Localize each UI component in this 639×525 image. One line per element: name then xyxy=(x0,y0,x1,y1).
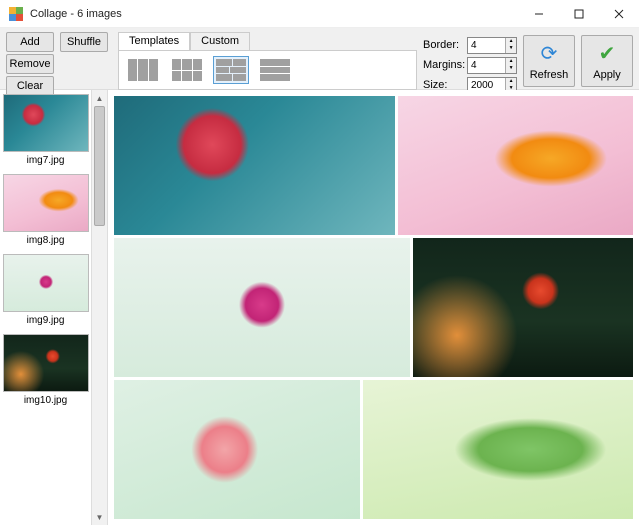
app-icon xyxy=(8,6,24,22)
thumbnail-label: img7.jpg xyxy=(27,152,65,172)
thumbnail-label: img10.jpg xyxy=(24,392,67,412)
remove-button[interactable]: Remove xyxy=(6,54,54,74)
title-bar: Collage - 6 images xyxy=(0,0,639,28)
minimize-button[interactable] xyxy=(519,0,559,28)
margins-spinner[interactable]: ▲▼ xyxy=(467,57,517,74)
thumbnail[interactable]: img8.jpg xyxy=(4,174,87,252)
close-button[interactable] xyxy=(599,0,639,28)
margins-up[interactable]: ▲ xyxy=(506,58,516,66)
scroll-up-button[interactable]: ▲ xyxy=(92,90,107,106)
margins-down[interactable]: ▼ xyxy=(506,65,516,73)
check-icon: ✔ xyxy=(599,41,616,66)
collage-cell[interactable] xyxy=(413,238,633,377)
border-up[interactable]: ▲ xyxy=(506,38,516,46)
thumbnail-list: img7.jpg img8.jpg img9.jpg img10.jpg xyxy=(0,90,91,525)
collage-cell[interactable] xyxy=(114,238,410,377)
thumbnail-image xyxy=(3,254,89,312)
thumbnail-image xyxy=(3,174,89,232)
toolbar: Add Remove Clear Shuffle Templates Custo… xyxy=(0,28,639,90)
add-button[interactable]: Add xyxy=(6,32,54,52)
thumbnail[interactable]: img9.jpg xyxy=(4,254,87,332)
thumbnail[interactable]: img10.jpg xyxy=(4,334,87,412)
scroll-down-button[interactable]: ▼ xyxy=(92,509,107,525)
thumbnail-label: img8.jpg xyxy=(27,232,65,252)
tab-custom[interactable]: Custom xyxy=(190,32,250,50)
sidebar-scrollbar[interactable]: ▲ ▼ xyxy=(91,90,107,525)
refresh-button[interactable]: ⟳ Refresh xyxy=(523,35,575,87)
thumbnail[interactable]: img7.jpg xyxy=(4,94,87,172)
params-panel: Border: ▲▼ Margins: ▲▼ Size: ▲▼ xyxy=(423,32,517,94)
refresh-label: Refresh xyxy=(530,69,569,81)
margins-label: Margins: xyxy=(423,59,467,71)
collage-cell[interactable] xyxy=(114,96,395,235)
collage-canvas xyxy=(108,90,639,525)
window-title: Collage - 6 images xyxy=(30,8,519,20)
template-option-0[interactable] xyxy=(125,56,161,84)
collage-cell[interactable] xyxy=(398,96,633,235)
template-option-2[interactable] xyxy=(213,56,249,84)
shuffle-button[interactable]: Shuffle xyxy=(60,32,108,52)
border-spinner[interactable]: ▲▼ xyxy=(467,37,517,54)
collage-cell[interactable] xyxy=(363,380,633,519)
border-label: Border: xyxy=(423,39,467,51)
size-up[interactable]: ▲ xyxy=(506,78,516,86)
collage-row xyxy=(114,380,633,519)
scroll-handle[interactable] xyxy=(94,106,105,226)
sidebar: img7.jpg img8.jpg img9.jpg img10.jpg ▲ ▼ xyxy=(0,90,108,525)
thumbnail-image xyxy=(3,94,89,152)
template-option-3[interactable] xyxy=(257,56,293,84)
thumbnail-label: img9.jpg xyxy=(27,312,65,332)
template-list xyxy=(118,50,417,90)
collage-row xyxy=(114,238,633,377)
apply-button[interactable]: ✔ Apply xyxy=(581,35,633,87)
collage-cell[interactable] xyxy=(114,380,360,519)
margins-input[interactable] xyxy=(468,58,505,73)
border-input[interactable] xyxy=(468,38,505,53)
refresh-icon: ⟳ xyxy=(541,41,558,66)
apply-label: Apply xyxy=(593,69,621,81)
collage-row xyxy=(114,96,633,235)
tab-templates[interactable]: Templates xyxy=(118,32,190,50)
template-option-1[interactable] xyxy=(169,56,205,84)
thumbnail-image xyxy=(3,334,89,392)
border-down[interactable]: ▼ xyxy=(506,45,516,53)
templates-panel: Templates Custom xyxy=(118,32,417,90)
maximize-button[interactable] xyxy=(559,0,599,28)
